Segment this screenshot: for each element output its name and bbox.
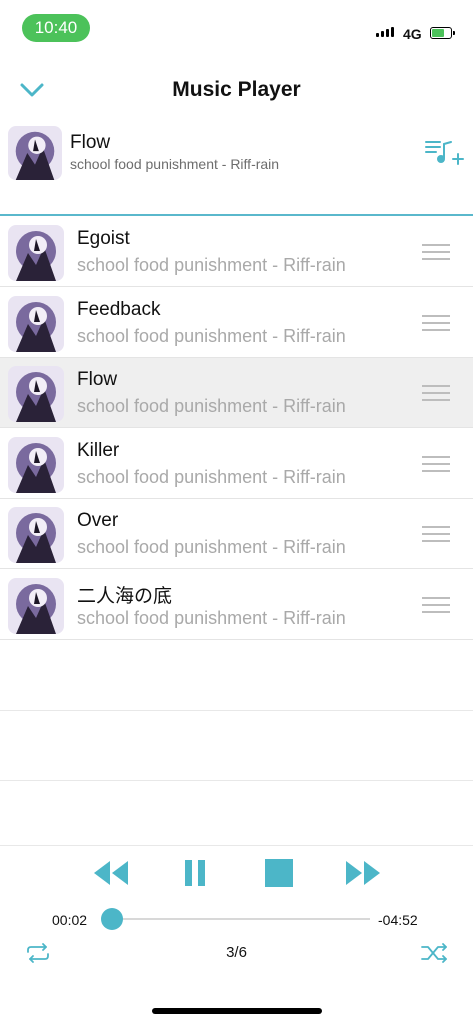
song-title: Killer <box>77 439 120 461</box>
now-playing-artwork <box>8 126 62 180</box>
divider <box>0 780 473 781</box>
divider <box>0 845 473 846</box>
queue-row[interactable]: Killer school food punishment - Riff-rain <box>0 429 473 499</box>
queue-row[interactable]: Over school food punishment - Riff-rain <box>0 499 473 569</box>
album-artwork <box>8 225 64 281</box>
queue-row[interactable]: Egoist school food punishment - Riff-rain <box>0 217 473 287</box>
divider <box>0 710 473 711</box>
album-artwork <box>8 436 64 493</box>
drag-handle-icon[interactable] <box>422 385 450 406</box>
album-artwork <box>8 507 64 563</box>
song-subtitle: school food punishment - Riff-rain <box>77 255 346 275</box>
album-artwork <box>8 295 64 352</box>
album-artwork <box>8 577 64 634</box>
fast-forward-icon[interactable] <box>344 858 382 893</box>
song-title: Flow <box>77 369 118 390</box>
drag-handle-icon[interactable] <box>422 526 450 547</box>
drag-handle-icon[interactable] <box>422 244 450 265</box>
progress-knob[interactable] <box>101 908 123 930</box>
queue-row[interactable]: 二人海の底 school food punishment - Riff-rain <box>0 570 473 640</box>
song-subtitle: school food punishment - Riff-rain <box>77 537 346 557</box>
drag-handle-icon[interactable] <box>422 596 450 618</box>
album-artwork <box>8 366 64 422</box>
song-title: Over <box>77 510 119 531</box>
drag-handle-icon[interactable] <box>422 314 450 336</box>
progress-track[interactable] <box>112 918 370 920</box>
status-time: 10:40 <box>22 14 90 42</box>
song-subtitle: school food punishment - Riff-rain <box>77 607 346 628</box>
shuffle-icon[interactable] <box>420 942 450 969</box>
stop-icon[interactable] <box>264 858 294 893</box>
battery-icon <box>430 27 455 39</box>
now-playing-title: Flow <box>70 132 111 153</box>
now-playing-subtitle: school food punishment - Riff-rain <box>70 156 280 172</box>
track-counter: 3/6 <box>226 944 247 961</box>
pause-icon[interactable] <box>183 858 207 893</box>
status-time-text: 10:40 <box>34 18 78 37</box>
elapsed-time: 00:02 <box>52 912 88 928</box>
divider <box>0 214 473 216</box>
song-subtitle: school food punishment - Riff-rain <box>77 466 346 487</box>
home-indicator[interactable] <box>152 1008 322 1014</box>
rewind-icon[interactable] <box>92 858 130 893</box>
queue-row[interactable]: Flow school food punishment - Riff-rain <box>0 358 473 428</box>
network-type: 4G <box>403 26 422 42</box>
song-title: Feedback <box>77 298 161 320</box>
queue-row[interactable]: Feedback school food punishment - Riff-ra… <box>0 288 473 358</box>
song-title: Egoist <box>77 228 130 249</box>
song-subtitle: school food punishment - Riff-rain <box>77 325 346 346</box>
drag-handle-icon[interactable] <box>422 455 450 477</box>
add-to-playlist-icon[interactable] <box>424 138 464 173</box>
song-title: 二人海の底 <box>77 585 173 607</box>
page-title: Music Player <box>172 78 301 101</box>
song-subtitle: school food punishment - Riff-rain <box>77 396 346 416</box>
signal-icon <box>376 27 394 37</box>
remaining-time: -04:52 <box>378 912 418 928</box>
